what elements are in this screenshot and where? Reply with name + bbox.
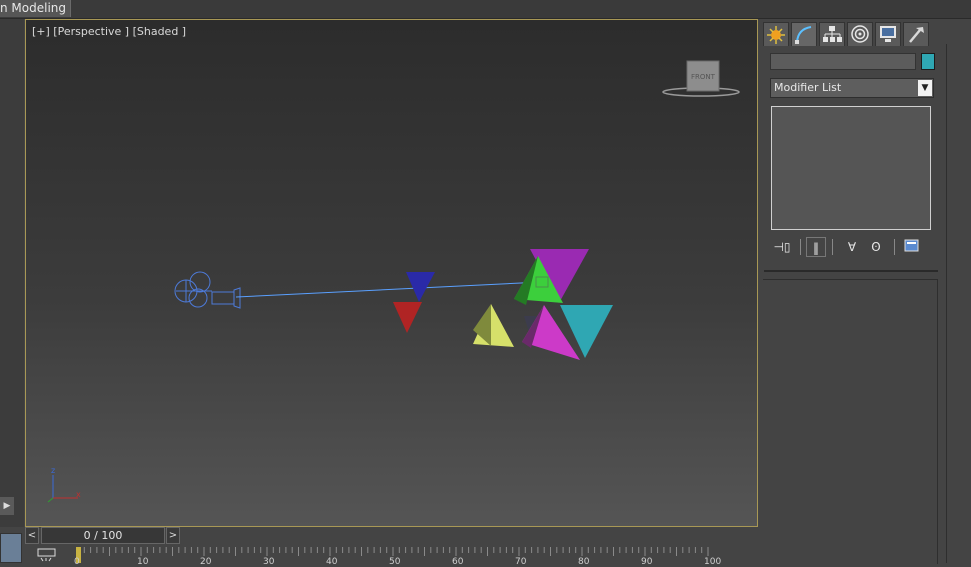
maxscript-mini-listener[interactable] — [0, 533, 22, 563]
ruler-tick-label: 70 — [515, 557, 527, 567]
object-name-field[interactable] — [770, 53, 916, 70]
object-color-swatch[interactable] — [921, 53, 935, 70]
modify-icon — [795, 26, 812, 44]
tab-utilities[interactable] — [903, 22, 929, 46]
ruler-tick-label: 30 — [263, 557, 275, 567]
ruler-tick-label: 40 — [326, 557, 338, 567]
time-slider-next-button[interactable]: > — [166, 527, 180, 544]
display-icon — [880, 26, 896, 42]
modifier-list-dropdown[interactable]: Modifier List ▼ — [770, 78, 934, 98]
pin-stack-icon[interactable]: ⊣▯ — [772, 237, 792, 257]
remove-modifier-icon[interactable]: ʘ — [866, 237, 886, 257]
chevron-down-icon[interactable]: ▼ — [918, 80, 932, 96]
tab-create[interactable] — [763, 22, 789, 46]
make-unique-icon[interactable]: ∀ — [842, 237, 862, 257]
toolbar-divider — [800, 239, 801, 255]
tab-display[interactable] — [875, 22, 901, 46]
ruler-tick-label: 80 — [578, 557, 590, 567]
motion-icon — [851, 25, 869, 43]
ruler-tick-label: 50 — [389, 557, 401, 567]
panel-scrollbar[interactable] — [946, 44, 947, 563]
track-bar: 0 10 20 30 40 50 60 70 80 90 100 — [25, 545, 756, 567]
utilities-icon — [909, 27, 924, 43]
time-slider: < 0 / 100 > — [25, 527, 756, 544]
show-end-result-icon[interactable]: ‖ — [806, 237, 826, 257]
ruler-tick-label: 0 — [74, 557, 80, 567]
time-slider-thumb[interactable]: 0 / 100 — [41, 527, 165, 544]
curve-editor-icon[interactable] — [37, 548, 57, 562]
axis-tripod: z x — [47, 466, 81, 503]
ruler-tick-label: 20 — [200, 557, 212, 567]
toolbar-divider — [832, 239, 833, 255]
ribbon-bar: n Modeling — [0, 0, 971, 19]
toolbar-divider — [894, 239, 895, 255]
ruler-tick-label: 10 — [137, 557, 149, 567]
axis-label-z: z — [51, 466, 55, 475]
ruler-tick-label: 60 — [452, 557, 464, 567]
rollout-area — [763, 279, 938, 564]
axis-label-x: x — [76, 490, 81, 499]
modifier-stack-list[interactable] — [771, 106, 931, 230]
viewcube[interactable]: FRONT — [662, 60, 740, 97]
panel-divider — [764, 270, 938, 272]
modifier-stack-toolbar: ⊣▯ ‖ ∀ ʘ — [770, 237, 936, 259]
viewcube-face-label: FRONT — [691, 73, 716, 81]
command-panel: Modifier List ▼ ⊣▯ ‖ ∀ ʘ — [760, 19, 971, 564]
tab-motion[interactable] — [847, 22, 873, 46]
camera-path-spline[interactable] — [235, 281, 543, 298]
ribbon-tab-modeling[interactable]: n Modeling — [0, 0, 72, 17]
time-slider-prev-button[interactable]: < — [25, 527, 39, 544]
tab-modify[interactable] — [791, 22, 817, 46]
expand-left-panel-button[interactable]: ▶ — [0, 497, 14, 515]
configure-modifier-sets-icon[interactable] — [902, 237, 922, 257]
camera-object[interactable] — [174, 271, 241, 309]
tab-hierarchy[interactable] — [819, 22, 845, 46]
viewport-scene[interactable]: FRONT z x — [26, 20, 757, 526]
pyramid-red[interactable] — [393, 302, 422, 333]
perspective-viewport[interactable]: [+] [Perspective ] [Shaded ] FRONT z x — [25, 19, 758, 527]
hierarchy-icon — [823, 26, 842, 42]
left-toolbar-strip — [0, 19, 24, 527]
create-icon — [767, 26, 785, 44]
ruler-tick-label: 100 — [704, 557, 722, 567]
modifier-list-label: Modifier List — [774, 81, 842, 94]
ruler-tick-label: 90 — [641, 557, 653, 567]
